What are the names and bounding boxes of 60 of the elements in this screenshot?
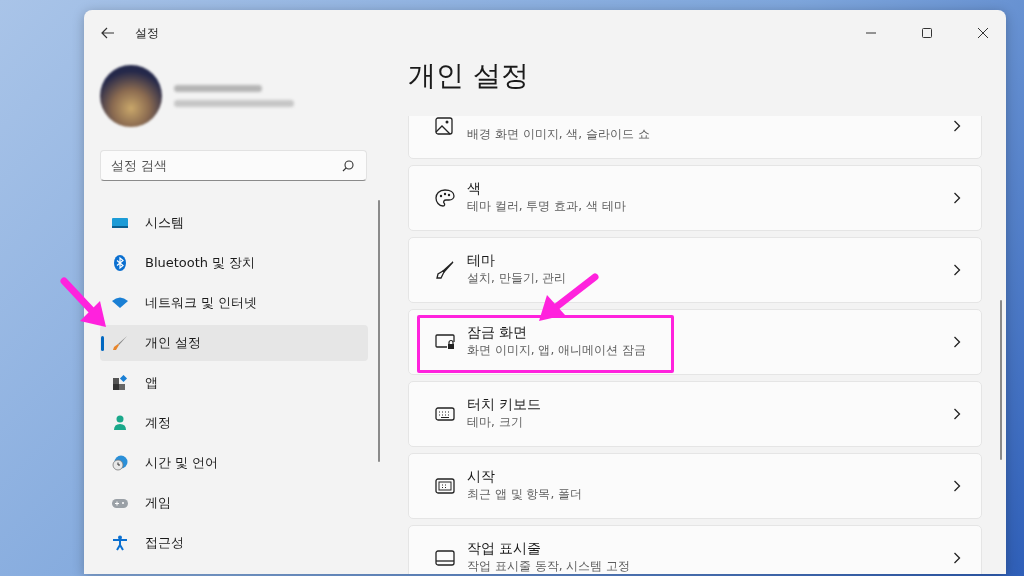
minimize-icon — [866, 32, 876, 34]
wifi-icon — [112, 295, 128, 311]
card-description: 화면 이미지, 앱, 애니메이션 잠금 — [467, 342, 646, 359]
settings-card[interactable]: 색 테마 컬러, 투명 효과, 색 테마 — [408, 165, 982, 231]
card-title: 잠금 화면 — [467, 323, 529, 342]
chevron-right-icon — [953, 120, 961, 132]
settings-card[interactable]: 배경 화면 이미지, 색, 슬라이드 쇼 — [408, 116, 982, 159]
card-title: 색 — [467, 179, 482, 198]
chevron-right-icon — [953, 480, 961, 492]
chevron-right-icon — [953, 192, 961, 204]
person-icon — [112, 415, 128, 431]
card-title: 터치 키보드 — [467, 395, 542, 414]
settings-card[interactable]: 시작 최근 앱 및 항목, 폴더 — [408, 453, 982, 519]
chevron-right-icon — [953, 408, 961, 420]
card-title: 시작 — [467, 467, 496, 486]
nav-item[interactable]: Bluetooth 및 장치 — [100, 245, 368, 281]
nav-item[interactable]: 앱 — [100, 365, 368, 401]
settings-card[interactable]: 잠금 화면 화면 이미지, 앱, 애니메이션 잠금 — [408, 309, 982, 375]
image-icon — [435, 117, 453, 135]
accessibility-icon — [112, 535, 128, 551]
card-title: 작업 표시줄 — [467, 539, 543, 558]
bluetooth-icon — [112, 255, 128, 271]
window-title: 설정 — [135, 24, 159, 42]
settings-card[interactable]: 테마 설치, 만들기, 관리 — [408, 237, 982, 303]
close-icon — [978, 28, 988, 38]
settings-card[interactable]: 작업 표시줄 작업 표시줄 동작, 시스템 고정 — [408, 525, 982, 574]
keyboard-icon — [435, 407, 455, 421]
card-description: 테마 컬러, 투명 효과, 색 테마 — [467, 198, 626, 215]
nav-item[interactable]: 시간 및 언어 — [100, 445, 368, 481]
monitor-icon — [112, 215, 128, 231]
card-description: 테마, 크기 — [467, 414, 524, 431]
nav-item[interactable]: 시스템 — [100, 205, 368, 241]
lock-screen-icon — [435, 334, 455, 350]
card-description: 작업 표시줄 동작, 시스템 고정 — [467, 558, 631, 574]
chevron-right-icon — [953, 336, 961, 348]
back-arrow-icon — [101, 27, 115, 39]
brush-icon — [435, 260, 455, 280]
settings-card[interactable]: 터치 키보드 테마, 크기 — [408, 381, 982, 447]
nav-item[interactable]: 게임 — [100, 485, 368, 521]
card-title: 테마 — [467, 251, 496, 270]
nav-item[interactable]: 네트워크 및 인터넷 — [100, 285, 368, 321]
nav-item[interactable]: 계정 — [100, 405, 368, 441]
start-menu-icon — [435, 478, 455, 494]
nav-item[interactable]: 개인 설정 — [100, 325, 368, 361]
search-field[interactable]: 설정 검색 — [100, 150, 367, 181]
search-icon — [342, 160, 354, 172]
chevron-right-icon — [953, 264, 961, 276]
globe-clock-icon — [112, 455, 128, 471]
card-description: 배경 화면 이미지, 색, 슬라이드 쇼 — [467, 126, 650, 143]
apps-icon — [112, 375, 128, 391]
chevron-right-icon — [953, 552, 961, 564]
page-title: 개인 설정 — [408, 58, 530, 94]
avatar-placeholder — [100, 65, 162, 127]
taskbar-icon — [435, 550, 455, 566]
nav-item[interactable]: 접근성 — [100, 525, 368, 561]
brush-icon — [112, 335, 128, 351]
maximize-icon — [922, 28, 932, 38]
card-description: 설치, 만들기, 관리 — [467, 270, 567, 287]
card-description: 최근 앱 및 항목, 폴더 — [467, 486, 583, 503]
palette-icon — [435, 189, 455, 207]
